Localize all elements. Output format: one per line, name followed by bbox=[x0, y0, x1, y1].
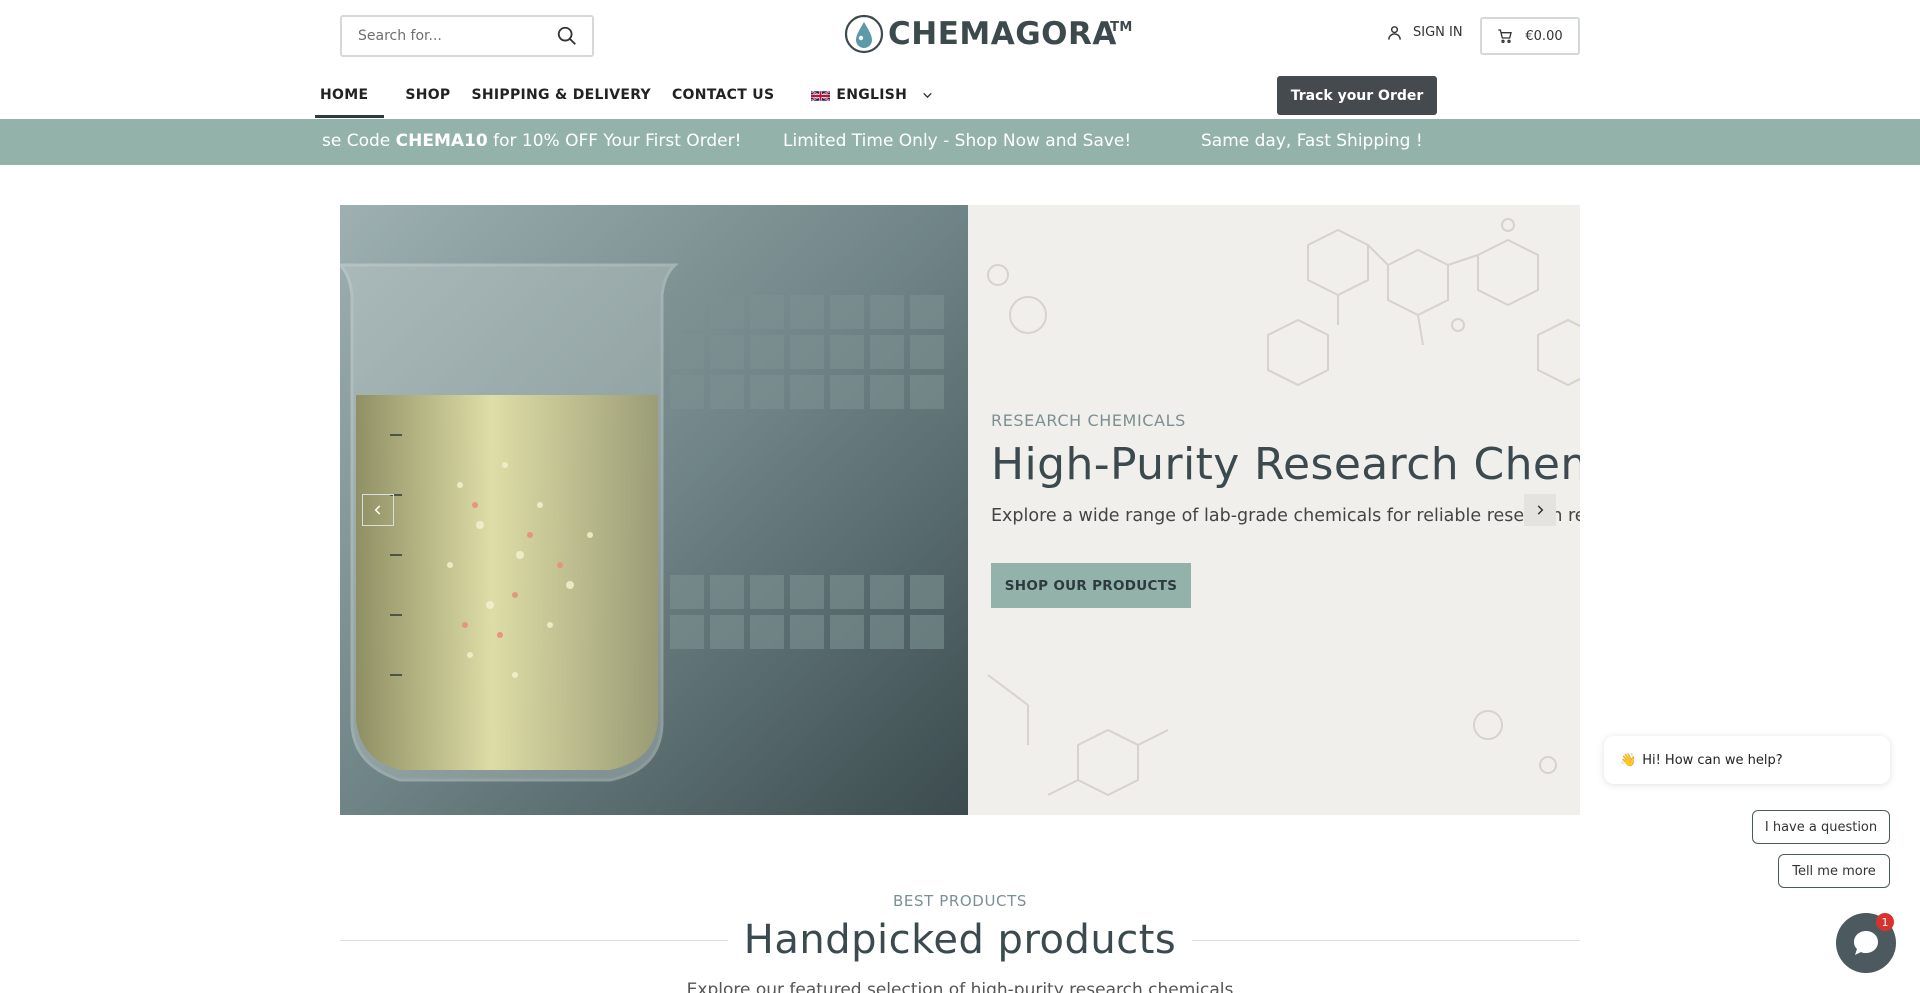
hero-beaker-image bbox=[340, 205, 968, 815]
ticker-item-limited-time: Limited Time Only - Shop Now and Save! bbox=[783, 131, 1132, 151]
section-title-row: Handpicked products bbox=[340, 915, 1580, 965]
chevron-down-icon bbox=[923, 92, 932, 99]
chevron-left-icon bbox=[374, 505, 381, 515]
cart-button[interactable]: €0.00 bbox=[1480, 17, 1580, 55]
site-logo[interactable]: CHEMAGORA TM bbox=[844, 14, 1133, 54]
track-order-button[interactable]: Track your Order bbox=[1277, 76, 1437, 115]
sign-in-label: SIGN IN bbox=[1413, 25, 1463, 40]
section-eyebrow: BEST PRODUCTS bbox=[893, 892, 1027, 910]
divider-right bbox=[1192, 939, 1580, 941]
slider-prev-button[interactable] bbox=[362, 494, 394, 526]
cart-total: €0.00 bbox=[1525, 28, 1563, 44]
nav-shop[interactable]: SHOP bbox=[400, 76, 466, 118]
nav-shipping-delivery[interactable]: SHIPPING & DELIVERY bbox=[467, 76, 667, 118]
user-icon bbox=[1388, 26, 1401, 40]
language-label: ENGLISH bbox=[836, 87, 908, 103]
chat-icon bbox=[1854, 931, 1878, 955]
section-title: Handpicked products bbox=[743, 917, 1177, 963]
ticker-item-shipping: Same day, Fast Shipping ! bbox=[1201, 131, 1423, 151]
hero-eyebrow: RESEARCH CHEMICALS bbox=[991, 411, 1186, 430]
cart-icon bbox=[1498, 29, 1513, 43]
search-box[interactable] bbox=[340, 15, 594, 57]
language-selector[interactable]: ENGLISH bbox=[806, 76, 950, 118]
chat-option-question[interactable]: I have a question bbox=[1752, 810, 1890, 844]
wave-icon: 👋 bbox=[1620, 752, 1637, 768]
shop-products-button[interactable]: SHOP OUR PRODUCTS bbox=[991, 563, 1191, 608]
promo-ticker: se Code CHEMA10 for 10% OFF Your First O… bbox=[0, 119, 1920, 165]
hero-content-panel: RESEARCH CHEMICALS High-Purity Research … bbox=[968, 205, 1580, 815]
divider-left bbox=[340, 939, 728, 941]
search-input[interactable] bbox=[358, 28, 556, 44]
hero-slider: RESEARCH CHEMICALS High-Purity Research … bbox=[340, 205, 1580, 815]
main-nav: HOME SHOP SHIPPING & DELIVERY CONTACT US… bbox=[315, 76, 950, 118]
ticker-item-discount: se Code CHEMA10 for 10% OFF Your First O… bbox=[322, 131, 742, 151]
chevron-right-icon bbox=[1537, 505, 1544, 515]
nav-home[interactable]: HOME bbox=[315, 76, 385, 118]
chat-greeting-bubble[interactable]: 👋 Hi! How can we help? bbox=[1604, 736, 1890, 784]
search-icon[interactable] bbox=[556, 25, 578, 47]
slider-next-button[interactable] bbox=[1524, 494, 1556, 526]
nav-contact-us[interactable]: CONTACT US bbox=[667, 76, 790, 118]
hero-title: High-Purity Research Chemicals bbox=[991, 439, 1580, 490]
sign-in-link[interactable]: SIGN IN bbox=[1386, 24, 1463, 41]
hero-subtitle: Explore a wide range of lab-grade chemic… bbox=[991, 506, 1580, 526]
hero-text: RESEARCH CHEMICALS High-Purity Research … bbox=[991, 411, 1580, 608]
chat-greeting-text: Hi! How can we help? bbox=[1642, 752, 1783, 768]
uk-flag-icon bbox=[811, 90, 831, 102]
chat-unread-badge: 1 bbox=[1876, 913, 1894, 931]
section-subtitle: Explore our featured selection of high-p… bbox=[686, 980, 1234, 993]
chat-option-more[interactable]: Tell me more bbox=[1778, 854, 1890, 888]
logo-text: CHEMAGORA TM bbox=[888, 16, 1133, 52]
logo-flask-icon bbox=[844, 14, 884, 54]
